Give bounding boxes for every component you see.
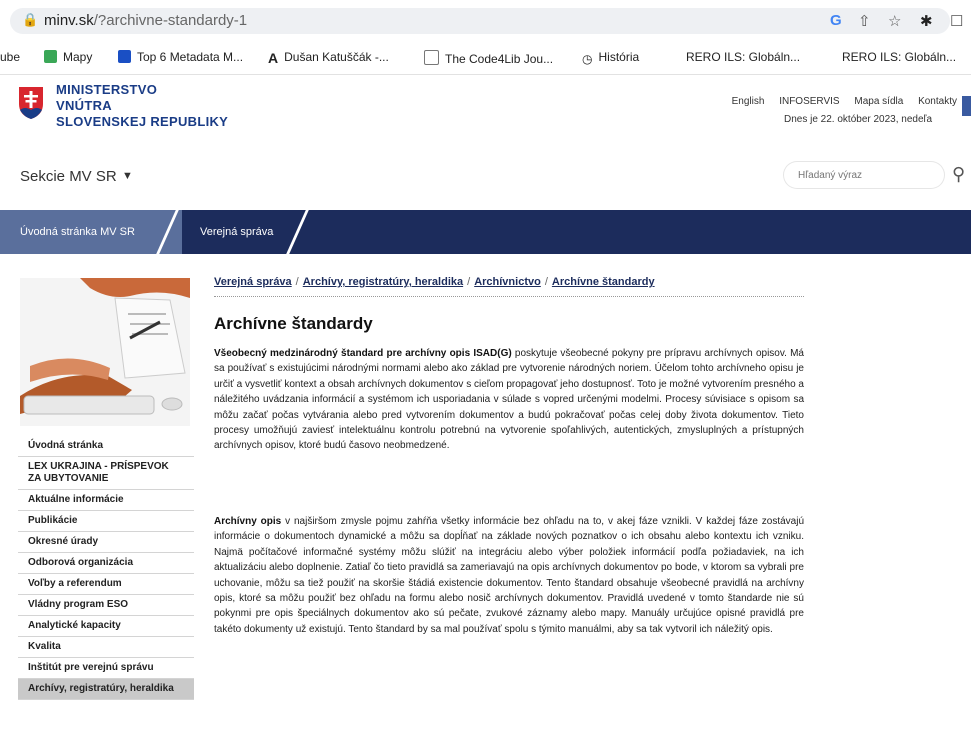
menu-item-kvalita[interactable]: Kvalita <box>18 637 194 658</box>
google-icon[interactable]: G <box>830 12 842 29</box>
ministry-logo-text[interactable]: MINISTERSTVO VNÚTRA SLOVENSKEJ REPUBLIKY <box>56 82 228 130</box>
breadcrumb-verejna-sprava[interactable]: Verejná správa <box>214 276 292 288</box>
nav-verejna-sprava[interactable]: Verejná správa <box>200 226 273 238</box>
bookmark-icon <box>424 50 439 65</box>
menu-item-uvodna[interactable]: Úvodná stránka <box>18 436 194 457</box>
url-path: /?archivne-standardy-1 <box>93 12 248 29</box>
history-icon: ◷ <box>582 52 593 66</box>
font-a-icon: A <box>268 50 279 66</box>
menu-item-institut[interactable]: Inštitút pre verejnú správu <box>18 658 194 679</box>
menu-item-okresne-urady[interactable]: Okresné úrady <box>18 532 194 553</box>
menu-item-eso[interactable]: Vládny program ESO <box>18 595 194 616</box>
breadcrumb-archivne-standardy[interactable]: Archívne štandardy <box>552 276 655 288</box>
bookmark-icon <box>118 50 131 63</box>
paragraph-opis-body: v najširšom zmysle pojmu zahŕňa všetky i… <box>214 516 805 635</box>
menu-item-archivy[interactable]: Archívy, registratúry, heraldika <box>18 679 194 700</box>
bookmark-label: Dušan Katuščák -... <box>284 50 389 64</box>
breadcrumb-archivy[interactable]: Archívy, registratúry, heraldika <box>303 276 463 288</box>
bookmark-label: RERO ILS: Globáln... <box>842 50 957 64</box>
window-icon[interactable]: ☐ <box>950 12 963 30</box>
bookmark-rero-1[interactable]: RERO ILS: Globáln... <box>686 50 800 64</box>
menu-item-analyticke[interactable]: Analytické kapacity <box>18 616 194 637</box>
page-title: Archívne štandardy <box>214 314 373 333</box>
header-side-tab[interactable] <box>962 96 971 116</box>
menu-item-aktualne[interactable]: Aktuálne informácie <box>18 490 194 511</box>
menu-item-volby[interactable]: Voľby a referendum <box>18 574 194 595</box>
menu-item-odborova[interactable]: Odborová organizácia <box>18 553 194 574</box>
link-mapa-sidla[interactable]: Mapa sídla <box>854 96 903 107</box>
search-icon[interactable]: ⚲ <box>952 164 965 185</box>
sections-dropdown[interactable]: Sekcie MV SR <box>20 168 117 185</box>
breadcrumb-separator: / <box>295 276 299 288</box>
menu-item-publikacie[interactable]: Publikácie <box>18 511 194 532</box>
coat-of-arms-icon[interactable] <box>18 86 44 120</box>
bookmark-rero-2[interactable]: RERO ILS: Globáln... <box>842 50 956 64</box>
nav-home-label[interactable]: Úvodná stránka MV SR <box>20 226 135 238</box>
link-kontakty[interactable]: Kontakty <box>918 96 957 107</box>
bookmark-label: Top 6 Metadata M... <box>137 50 244 64</box>
bookmark-historia[interactable]: ◷ História <box>582 50 640 66</box>
breadcrumb-separator: / <box>544 276 548 288</box>
left-menu: Úvodná stránka LEX UKRAJINA - PRÍSPEVOK … <box>18 436 194 700</box>
person-writing-image <box>20 278 190 426</box>
paragraph-isad: Všeobecný medzinárodný štandard pre arch… <box>214 346 804 454</box>
breadcrumb-separator: / <box>467 276 471 288</box>
maps-icon <box>44 50 57 63</box>
bookmark-code4lib[interactable]: The Code4Lib Jou... <box>424 50 553 66</box>
search-input[interactable] <box>784 162 944 188</box>
logo-line2: VNÚTRA <box>56 98 112 113</box>
paragraph-archivny-opis: Archívny opis v najširšom zmysle pojmu z… <box>214 514 804 637</box>
paragraph-opis-lead: Archívny opis <box>214 516 282 527</box>
bookmark-label: RERO ILS: Globáln... <box>686 50 801 64</box>
bookmark-top6[interactable]: Top 6 Metadata M... <box>118 50 243 64</box>
url-text[interactable]: minv.sk/?archivne-standardy-1 <box>44 12 247 29</box>
bookmark-youtube[interactable]: ube <box>0 50 20 64</box>
bookmark-katuscak[interactable]: A Dušan Katuščák -... <box>268 50 389 66</box>
paragraph-isad-lead: Všeobecný medzinárodný štandard pre arch… <box>214 348 512 359</box>
paragraph-isad-body: poskytuje všeobecné pokyny pre prípravu … <box>214 348 804 452</box>
bookmark-label: Mapy <box>63 50 93 64</box>
bookmark-label: The Code4Lib Jou... <box>445 52 554 66</box>
bookmark-label: História <box>598 50 640 64</box>
share-icon[interactable]: ⇧ <box>858 12 871 30</box>
breadcrumb-archivnictvo[interactable]: Archívnictvo <box>474 276 541 288</box>
menu-item-lex-ukrajina[interactable]: LEX UKRAJINA - PRÍSPEVOK ZA UBYTOVANIE <box>18 457 194 490</box>
chevron-down-icon[interactable]: ▼ <box>122 170 133 182</box>
bookmark-mapy[interactable]: Mapy <box>44 50 92 64</box>
link-english[interactable]: English <box>732 96 765 107</box>
current-date: Dnes je 22. október 2023, nedeľa <box>784 114 933 125</box>
url-host: minv.sk <box>44 12 94 29</box>
bookmark-label: ube <box>0 50 21 64</box>
lock-icon[interactable]: 🔒 <box>22 12 38 28</box>
breadcrumb: Verejná správa / Archívy, registratúry, he… <box>214 276 655 288</box>
logo-line1: MINISTERSTVO <box>56 82 158 97</box>
star-icon[interactable]: ☆ <box>888 12 901 30</box>
top-links: English INFOSERVIS Mapa sídla Kontakty <box>720 96 957 107</box>
extensions-icon[interactable]: ✱ <box>920 12 933 30</box>
link-infoservis[interactable]: INFOSERVIS <box>779 96 839 107</box>
breadcrumb-divider <box>214 296 804 297</box>
logo-line3: SLOVENSKEJ REPUBLIKY <box>56 114 229 129</box>
